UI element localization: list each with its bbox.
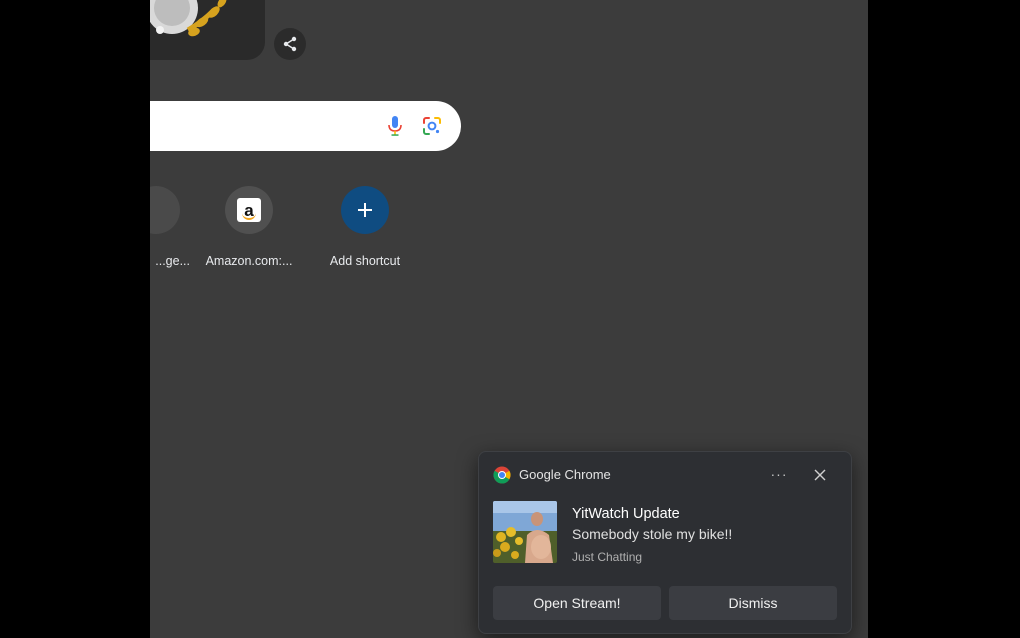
close-icon (814, 469, 826, 481)
search-box[interactable] (150, 101, 461, 151)
notification-app-name: Google Chrome (519, 467, 611, 482)
notification-more-button[interactable]: ··· (767, 464, 791, 486)
search-by-image-button[interactable] (417, 111, 447, 141)
doodle-illustration-icon (150, 0, 227, 37)
shortcut-label: Add shortcut (329, 254, 401, 268)
microphone-icon (388, 116, 402, 136)
screen: ...ge... a Amazon.com:... Add shortcut G… (0, 0, 1020, 638)
open-stream-button[interactable]: Open Stream! (493, 586, 661, 620)
stream-thumbnail-icon (493, 501, 557, 563)
amazon-tile: a (225, 186, 273, 234)
partial-shortcut-icon (150, 186, 180, 234)
notification-message: Somebody stole my bike!! (572, 526, 733, 542)
dismiss-button[interactable]: Dismiss (669, 586, 837, 620)
google-lens-icon (423, 117, 441, 135)
notification-attribution: Just Chatting (572, 550, 643, 564)
add-shortcut-button[interactable]: Add shortcut (315, 186, 415, 268)
notification-title: YitWatch Update (572, 506, 680, 522)
chrome-icon (493, 466, 511, 484)
plus-icon (358, 203, 372, 217)
notification-close-button[interactable] (809, 464, 831, 486)
search-input[interactable] (160, 113, 384, 141)
notification-actions: Open Stream! Dismiss (493, 586, 837, 620)
notification-header: Google Chrome ··· (493, 464, 837, 486)
shortcut-tile-amazon[interactable]: a Amazon.com:... (199, 186, 299, 268)
share-doodle-button[interactable] (274, 28, 306, 60)
notification-image (493, 501, 557, 563)
amazon-icon: a (237, 198, 261, 222)
shortcut-tile[interactable]: ...ge... (150, 186, 206, 268)
share-icon (283, 36, 297, 52)
shortcut-label: Amazon.com:... (205, 254, 293, 268)
voice-search-button[interactable] (381, 112, 409, 140)
notification-toast[interactable]: Google Chrome ··· YitWatch Update Somebo… (478, 451, 852, 634)
shortcut-label: ...ge... (155, 254, 190, 268)
add-shortcut-tile (341, 186, 389, 234)
doodle-card[interactable] (150, 0, 265, 60)
